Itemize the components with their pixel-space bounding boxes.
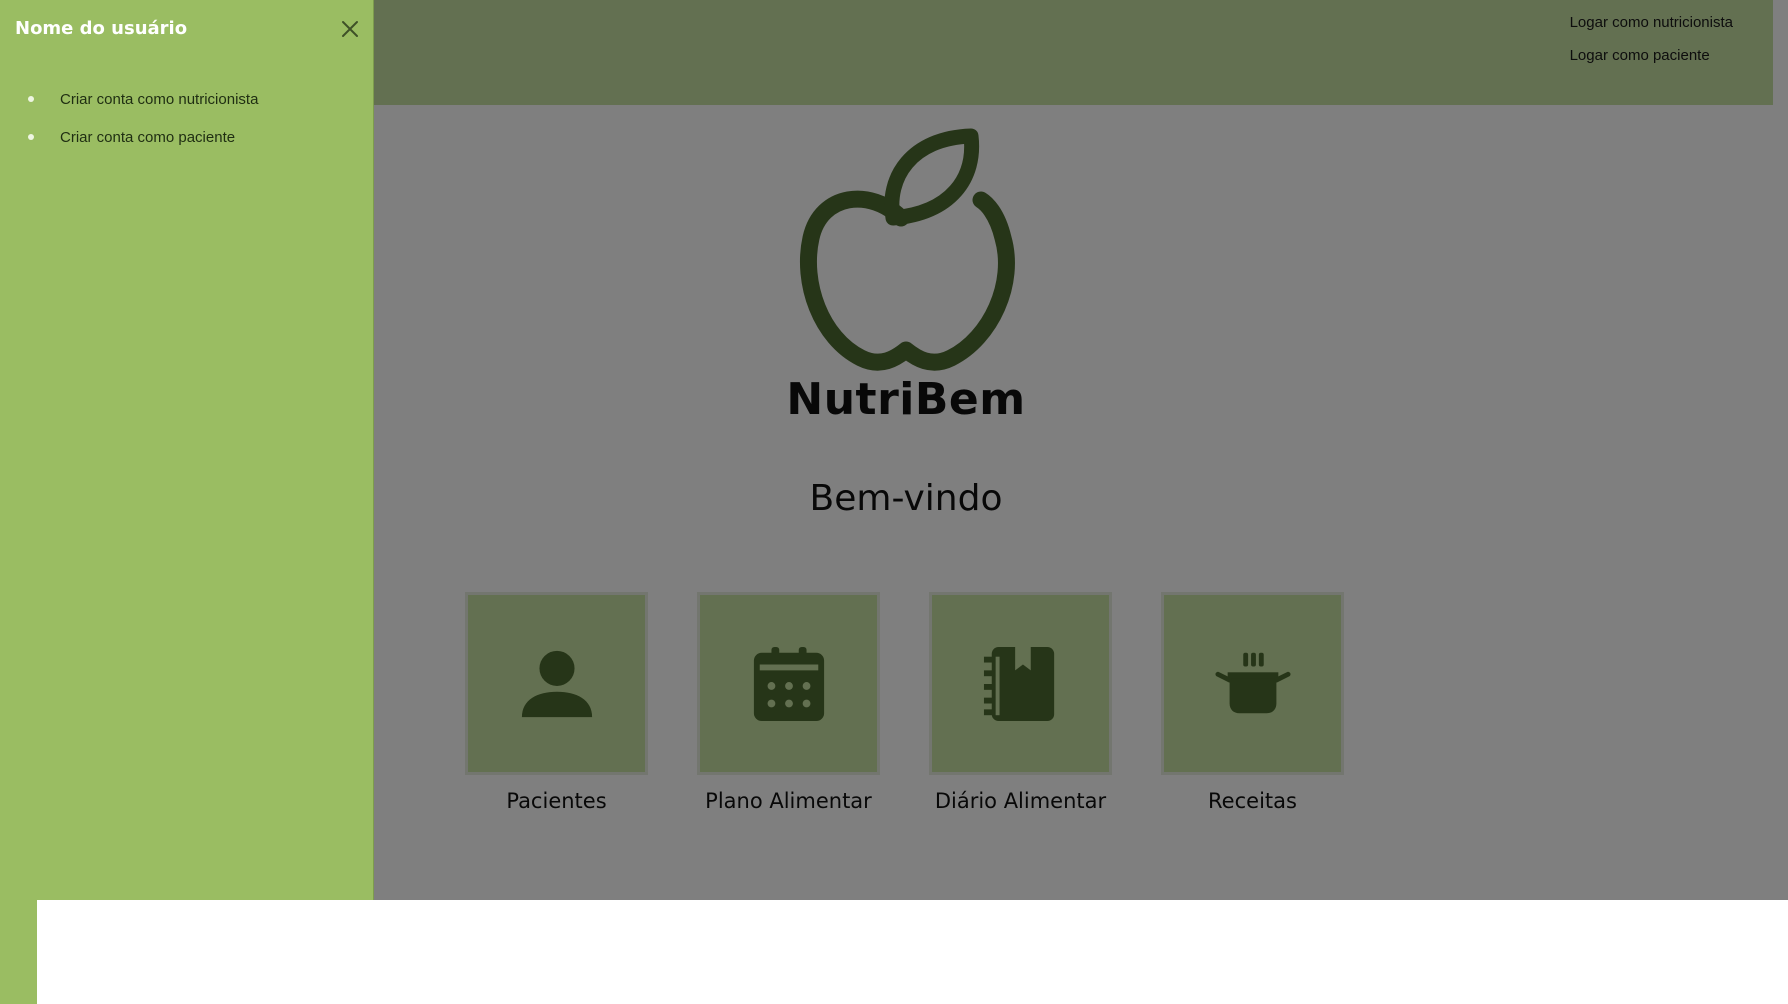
drawer-item-label: Criar conta como paciente <box>60 128 236 146</box>
close-icon[interactable] <box>337 16 363 42</box>
drawer-menu: Criar conta como nutricionista Criar con… <box>0 80 258 156</box>
side-drawer: Nome do usuário Criar conta como nutrici… <box>0 0 374 900</box>
bullet-icon <box>28 134 34 140</box>
bullet-icon <box>28 96 34 102</box>
drawer-title: Nome do usuário <box>15 18 188 39</box>
drawer-stub <box>0 900 37 1004</box>
page: Logar como nutricionista Logar como paci… <box>0 0 1788 1004</box>
drawer-item-create-patient[interactable]: Criar conta como paciente <box>0 118 258 156</box>
drawer-item-create-nutritionist[interactable]: Criar conta como nutricionista <box>0 80 258 118</box>
drawer-item-label: Criar conta como nutricionista <box>60 90 259 108</box>
